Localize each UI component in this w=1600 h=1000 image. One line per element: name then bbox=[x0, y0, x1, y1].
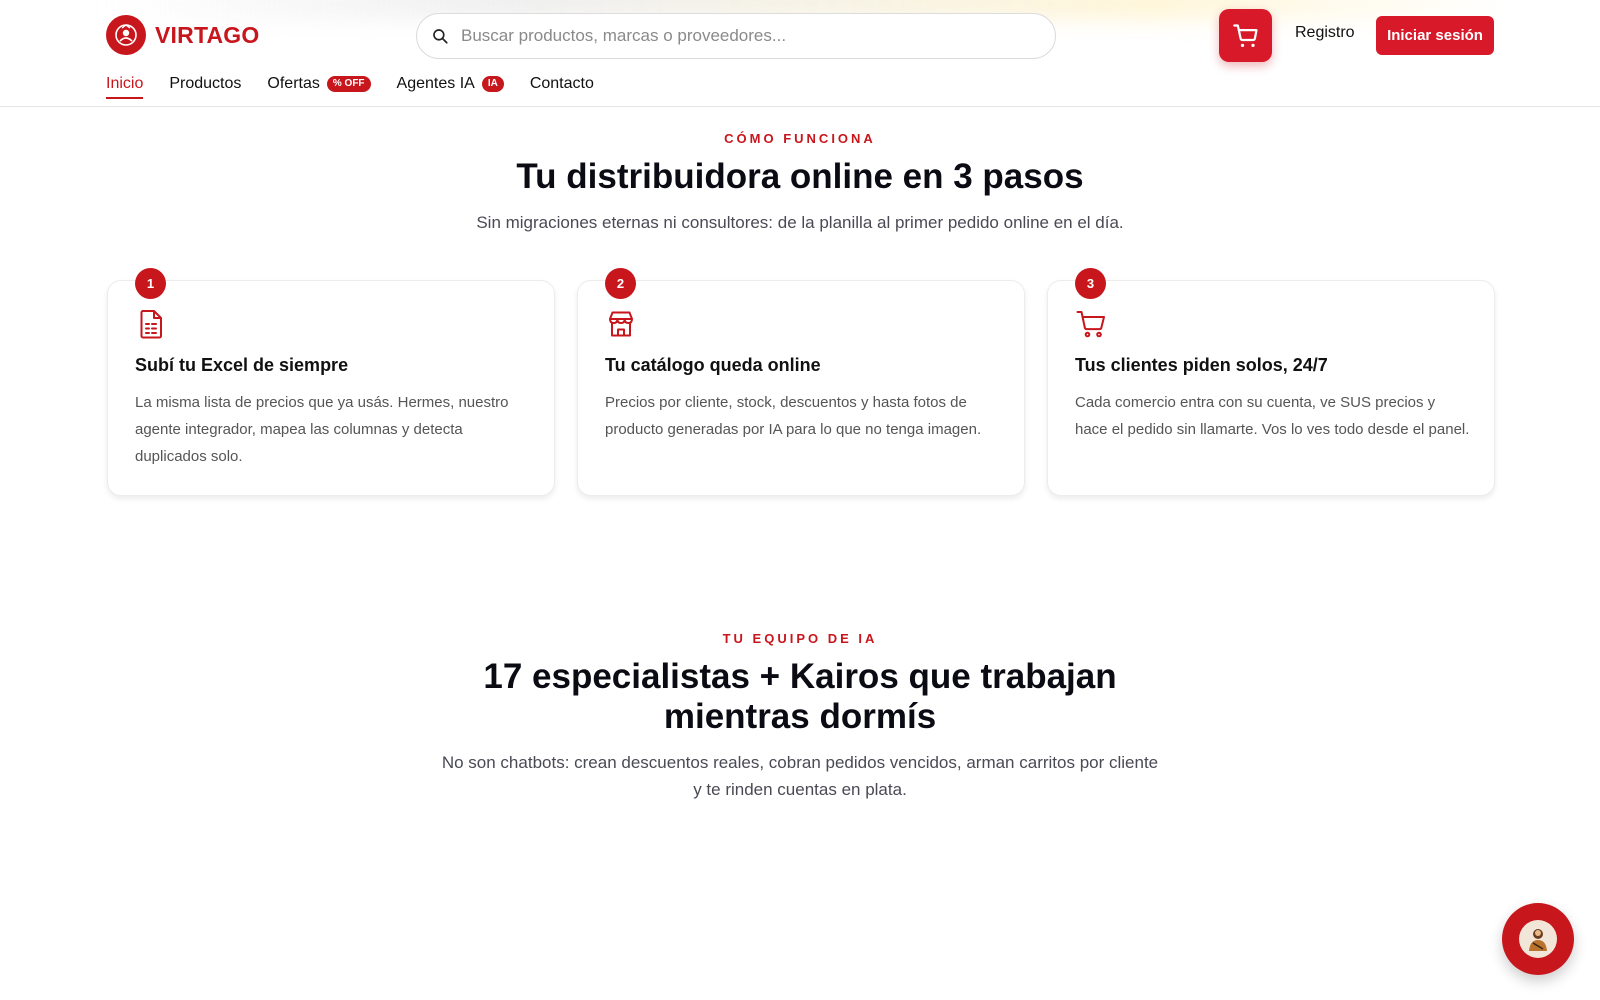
team-title-line2: mientras dormís bbox=[663, 697, 937, 736]
step-card-1: 1 Subí tu Excel de siempre La misma list… bbox=[107, 268, 555, 496]
step-card-3: 3 Tus clientes piden solos, 24/7 Cada co… bbox=[1047, 268, 1495, 496]
store-icon bbox=[609, 311, 633, 337]
nav-item-inicio[interactable]: Inicio bbox=[106, 75, 144, 99]
nav-item-productos[interactable]: Productos bbox=[169, 75, 241, 99]
site-header: VIRTAGO Registro Iniciar sesión Inicio P… bbox=[0, 0, 1600, 107]
ia-badge: IA bbox=[481, 76, 504, 92]
brand-emblem-icon bbox=[106, 15, 146, 55]
search-input[interactable] bbox=[461, 26, 1021, 46]
nav-item-label: Contacto bbox=[529, 75, 594, 92]
nav-item-label: Agentes IA bbox=[396, 75, 475, 92]
step-title: Tu catálogo queda online bbox=[605, 355, 821, 375]
step-text: La misma lista de precios que ya usás. H… bbox=[135, 394, 509, 465]
how-title: Tu distribuidora online en 3 pasos bbox=[516, 157, 1084, 196]
file-spreadsheet-icon bbox=[140, 310, 162, 339]
assistant-chat-button[interactable] bbox=[1502, 903, 1574, 975]
nav-item-ofertas[interactable]: Ofertas % OFF bbox=[267, 75, 371, 99]
nav-item-label: Productos bbox=[169, 75, 242, 92]
search-bar[interactable] bbox=[416, 13, 1056, 59]
how-eyebrow: CÓMO FUNCIONA bbox=[724, 131, 876, 146]
login-button[interactable]: Iniciar sesión bbox=[1376, 16, 1494, 55]
team-title-line1: 17 especialistas + Kairos que trabajan bbox=[483, 657, 1117, 696]
brand-name: VIRTAGO bbox=[155, 21, 260, 48]
nav-item-label: Ofertas bbox=[267, 75, 320, 92]
team-subtitle-line2: y te rinden cuentas en plata. bbox=[693, 780, 907, 799]
brand-logo[interactable]: VIRTAGO bbox=[106, 15, 259, 55]
cart-icon bbox=[1076, 311, 1105, 338]
step-number: 1 bbox=[135, 268, 166, 299]
step-number: 3 bbox=[1075, 268, 1106, 299]
nav-item-label: Inicio bbox=[106, 75, 144, 92]
how-subtitle: Sin migraciones eternas ni consultores: … bbox=[476, 213, 1124, 232]
assistant-avatar-icon bbox=[1519, 920, 1557, 958]
team-eyebrow: TU EQUIPO DE IA bbox=[722, 631, 878, 646]
step-text: Cada comercio entra con su cuenta, ve SU… bbox=[1075, 394, 1470, 438]
cart-button[interactable] bbox=[1219, 9, 1272, 62]
cart-icon bbox=[1232, 23, 1258, 47]
nav-item-contacto[interactable]: Contacto bbox=[530, 75, 594, 99]
step-title: Tus clientes piden solos, 24/7 bbox=[1075, 355, 1328, 375]
nav-item-agentes-ia[interactable]: Agentes IA IA bbox=[397, 75, 504, 99]
search-icon bbox=[433, 29, 448, 44]
step-card-2: 2 Tu catálogo queda online Precios por c… bbox=[577, 268, 1025, 496]
team-subtitle-line1: No son chatbots: crean descuentos reales… bbox=[441, 753, 1159, 772]
ofertas-badge: % OFF bbox=[326, 76, 371, 92]
register-link[interactable]: Registro bbox=[1295, 24, 1355, 42]
step-text: Precios por cliente, stock, descuentos y… bbox=[605, 394, 982, 438]
step-number: 2 bbox=[605, 268, 636, 299]
main-nav: Inicio Productos Ofertas % OFF Agentes I… bbox=[106, 75, 594, 99]
step-title: Subí tu Excel de siempre bbox=[135, 355, 349, 375]
